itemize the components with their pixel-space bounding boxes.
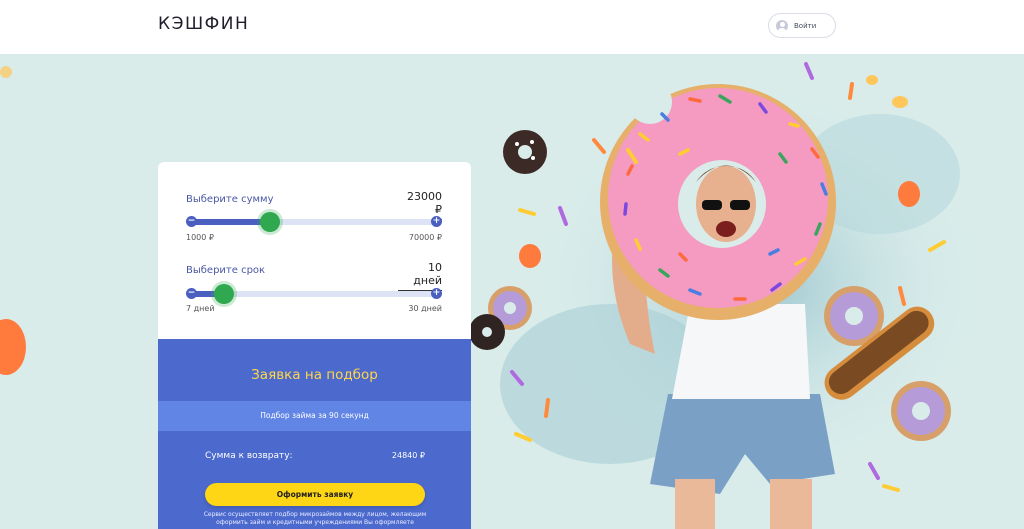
application-panel: Заявка на подбор Подбор займа за 90 секу… xyxy=(158,339,471,529)
plus-icon[interactable]: + xyxy=(431,216,442,227)
term-slider-handle[interactable] xyxy=(214,284,234,304)
minus-icon[interactable]: − xyxy=(186,216,197,227)
term-label: Выберите срок xyxy=(186,265,266,276)
chocolate-donut xyxy=(503,130,547,174)
amount-label: Выберите сумму xyxy=(186,194,274,205)
purple-donut xyxy=(891,381,951,441)
term-min-label: 7 дней xyxy=(186,304,215,313)
sunglasses xyxy=(702,200,722,210)
term-max-label: 30 дней xyxy=(408,304,442,313)
amount-min-label: 1000 ₽ xyxy=(186,233,214,242)
white-shirt xyxy=(672,304,810,399)
amount-slider-track[interactable] xyxy=(192,219,436,225)
submit-application-button[interactable]: Оформить заявку xyxy=(205,483,425,506)
service-disclaimer: Сервис осуществляет подбор микрозаймов м… xyxy=(203,511,427,526)
amount-slider-fill xyxy=(192,219,270,225)
loan-calculator: Выберите сумму 23000 ₽ − + 1000 ₽ 70000 … xyxy=(158,162,471,339)
hero-section xyxy=(0,54,1024,529)
user-icon xyxy=(776,19,788,32)
dark-donut xyxy=(469,314,505,350)
leg xyxy=(675,479,715,529)
term-value[interactable]: 10 дней xyxy=(398,261,442,291)
gummy-bear xyxy=(0,66,12,78)
login-button-label: Войти xyxy=(794,21,817,30)
leg xyxy=(770,479,812,529)
open-mouth xyxy=(716,221,736,237)
return-sum-label: Сумма к возврату: xyxy=(205,451,293,461)
speed-band: Подбор займа за 90 секунд xyxy=(158,401,471,431)
amount-max-label: 70000 ₽ xyxy=(408,233,442,242)
application-title: Заявка на подбор xyxy=(251,367,378,383)
plus-icon[interactable]: + xyxy=(431,288,442,299)
top-header: КЭШФИН Войти xyxy=(0,0,1024,54)
hero-illustration xyxy=(0,62,990,529)
brand-logo[interactable]: КЭШФИН xyxy=(158,14,249,34)
return-sum-value: 24840 ₽ xyxy=(391,451,425,460)
minus-icon[interactable]: − xyxy=(186,288,197,299)
login-button[interactable]: Войти xyxy=(768,13,836,38)
amount-slider-handle[interactable] xyxy=(260,212,280,232)
